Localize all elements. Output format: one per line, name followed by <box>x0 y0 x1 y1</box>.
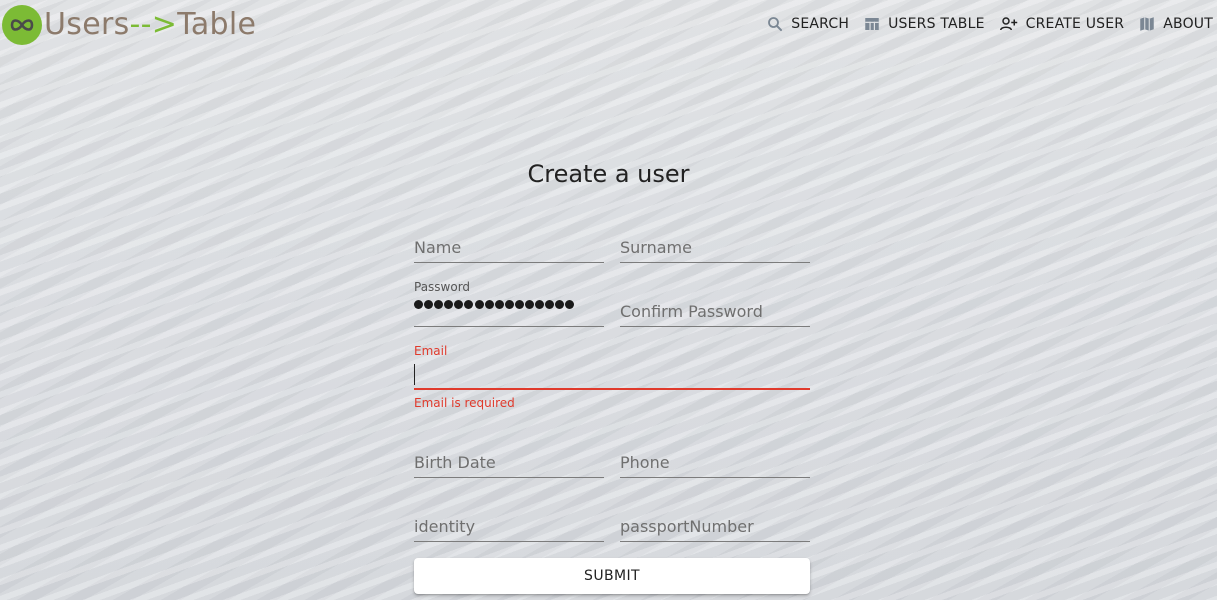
phone-placeholder: Phone <box>620 453 670 472</box>
passport-number-field[interactable]: passportNumber <box>620 515 810 543</box>
infinity-icon <box>2 5 42 45</box>
page-title: Create a user <box>527 160 690 188</box>
top-nav: SEARCH USERS TABLE CREATE USER ABOUT <box>752 0 1213 48</box>
map-icon <box>1140 17 1154 31</box>
nav-search[interactable]: SEARCH <box>766 15 849 33</box>
brand-title-table: Table <box>177 7 257 42</box>
identity-field[interactable]: identity <box>414 515 604 543</box>
password-underline <box>414 326 604 327</box>
password-mask-dot <box>434 300 444 309</box>
password-label: Password <box>414 280 471 294</box>
brand-logo[interactable]: Users-->Table <box>2 4 256 46</box>
password-mask-dot <box>454 300 464 309</box>
password-mask-dot <box>555 300 565 309</box>
password-mask-dot <box>545 300 555 309</box>
surname-field[interactable]: Surname <box>620 236 810 264</box>
phone-underline <box>620 477 810 478</box>
nav-about-label: ABOUT <box>1163 16 1213 32</box>
identity-placeholder: identity <box>414 517 476 536</box>
passport-number-underline <box>620 541 810 542</box>
nav-search-label: SEARCH <box>791 16 850 32</box>
nav-users-table-label: USERS TABLE <box>888 16 985 32</box>
nav-users-table[interactable]: USERS TABLE <box>863 15 985 33</box>
brand-title: Users-->Table <box>44 4 256 46</box>
password-mask-dot <box>414 300 423 309</box>
text-caret <box>414 364 415 385</box>
nav-create-user[interactable]: CREATE USER <box>999 15 1125 33</box>
password-masked-value <box>414 300 576 309</box>
password-mask-dot <box>464 300 474 309</box>
password-mask-dot <box>504 300 514 309</box>
password-mask-dot <box>424 300 434 309</box>
password-mask-dot <box>525 300 535 309</box>
password-mask-dot <box>444 300 454 309</box>
name-field[interactable]: Name <box>414 236 604 264</box>
table-icon <box>865 18 879 30</box>
search-icon <box>768 17 783 31</box>
password-mask-dot <box>474 300 484 309</box>
surname-underline <box>620 262 810 263</box>
birth-date-underline <box>414 477 604 478</box>
identity-underline <box>414 541 604 542</box>
birth-date-field[interactable]: Birth Date <box>414 451 604 479</box>
password-mask-dot <box>535 300 545 309</box>
name-placeholder: Name <box>414 238 462 257</box>
email-label: Email <box>414 344 448 358</box>
phone-field[interactable]: Phone <box>620 451 810 479</box>
brand-title-arrow: --> <box>129 7 178 42</box>
brand-title-users: Users <box>44 7 130 42</box>
password-mask-dot <box>484 300 494 309</box>
confirm-password-underline <box>620 326 810 327</box>
birth-date-placeholder: Birth Date <box>414 453 496 472</box>
email-field[interactable]: Email <box>414 344 810 392</box>
confirm-password-placeholder: Confirm Password <box>620 302 763 321</box>
password-mask-dot <box>494 300 504 309</box>
email-underline <box>414 388 810 390</box>
password-mask-dot <box>514 300 524 309</box>
password-field[interactable]: Password <box>414 280 604 328</box>
nav-create-user-label: CREATE USER <box>1025 16 1125 32</box>
submit-button[interactable]: SUBMIT <box>414 558 810 594</box>
password-mask-dot <box>565 300 575 309</box>
surname-placeholder: Surname <box>620 238 692 257</box>
confirm-password-field[interactable]: Confirm Password <box>620 300 810 328</box>
person-add-icon <box>999 17 1017 31</box>
passport-number-placeholder: passportNumber <box>620 517 754 536</box>
name-underline <box>414 262 604 263</box>
nav-about[interactable]: ABOUT <box>1138 15 1213 33</box>
email-error-text: Email is required <box>414 396 515 410</box>
app-header: Users-->Table SEARCH USERS TABLE CREATE … <box>0 0 1217 48</box>
